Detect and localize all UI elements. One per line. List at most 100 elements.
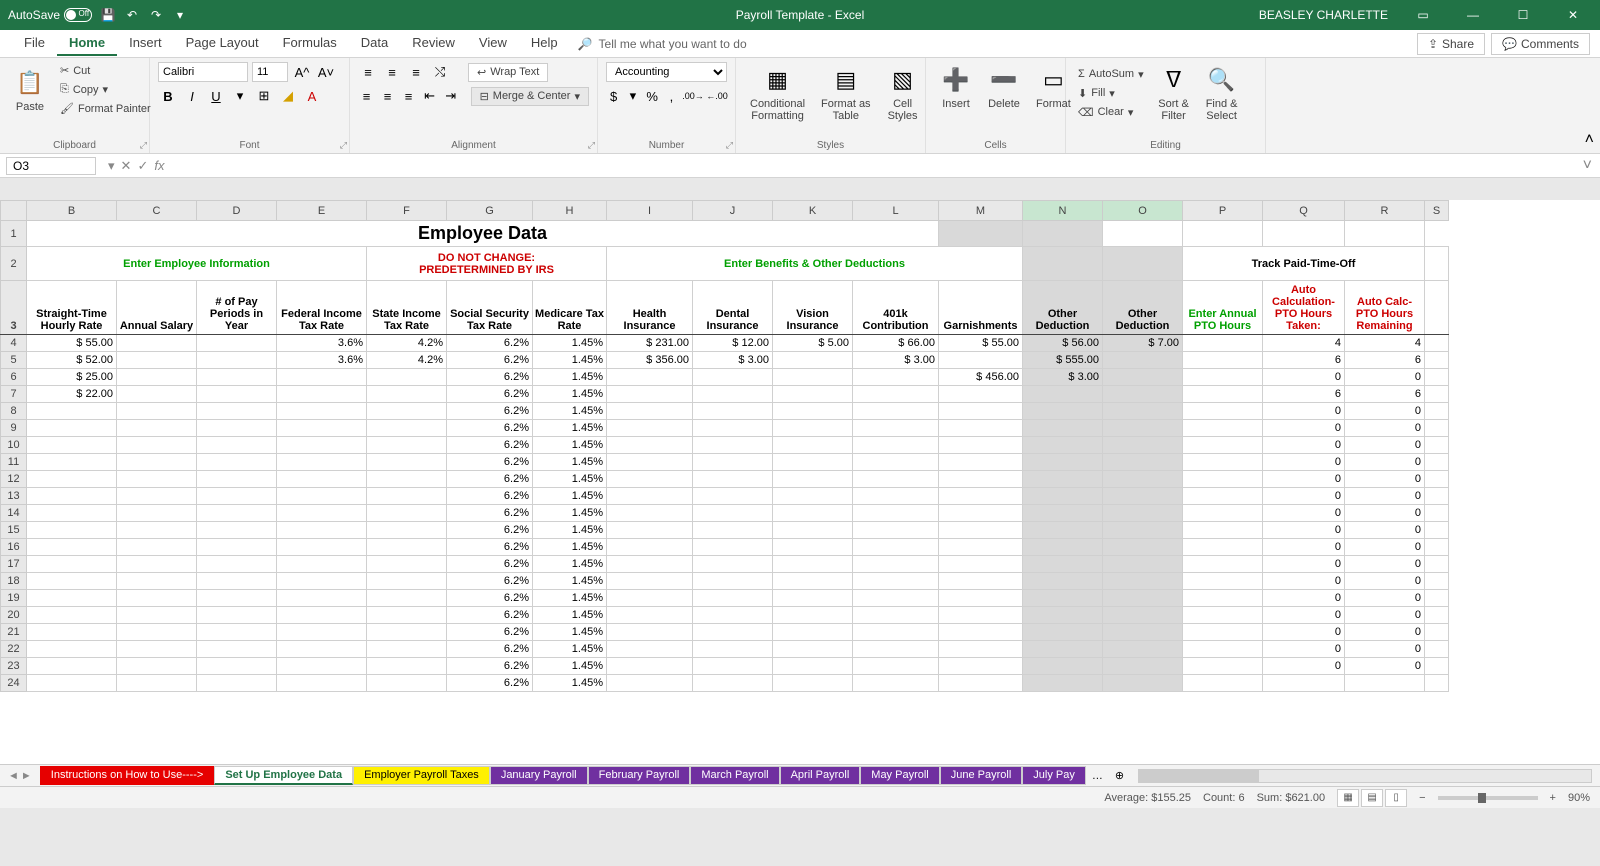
data-cell[interactable] [693,505,773,522]
clear-button[interactable]: ⌫Clear ▾ [1074,104,1148,121]
data-cell[interactable] [693,641,773,658]
data-cell[interactable] [1183,624,1263,641]
data-cell[interactable] [853,437,939,454]
data-cell[interactable] [773,675,853,692]
data-cell[interactable] [197,403,277,420]
column-header[interactable]: R [1345,201,1425,221]
data-cell[interactable]: 6.2% [447,607,533,624]
spreadsheet-grid[interactable]: BCDEFGHIJKLMNOPQRS1Employee Data2Enter E… [0,200,1600,764]
data-cell[interactable] [1183,403,1263,420]
data-cell[interactable] [1023,590,1103,607]
data-cell[interactable] [1103,590,1183,607]
menu-tab-data[interactable]: Data [349,31,400,56]
data-cell[interactable] [853,539,939,556]
data-cell[interactable] [607,488,693,505]
data-cell[interactable] [197,335,277,352]
paste-button[interactable]: 📋 Paste [8,65,52,115]
minimize-icon[interactable]: — [1450,0,1496,30]
data-cell[interactable] [1183,590,1263,607]
data-cell[interactable] [117,505,197,522]
data-cell[interactable] [27,624,117,641]
data-cell[interactable] [773,607,853,624]
data-cell[interactable] [773,556,853,573]
data-cell[interactable]: 6.2% [447,471,533,488]
dialog-launcher-icon[interactable]: ⤢ [726,140,733,151]
data-cell[interactable]: 6.2% [447,505,533,522]
data-cell[interactable] [117,471,197,488]
data-cell[interactable] [773,437,853,454]
increase-decimal-icon[interactable]: .00→ [683,86,703,106]
data-cell[interactable] [939,454,1023,471]
data-cell[interactable] [117,658,197,675]
data-cell[interactable] [367,658,447,675]
data-cell[interactable]: 0 [1345,471,1425,488]
data-cell[interactable] [27,607,117,624]
copy-button[interactable]: ⎘Copy ▾ [56,81,155,98]
name-box[interactable] [6,157,96,175]
data-cell[interactable] [117,352,197,369]
data-cell[interactable] [1103,556,1183,573]
data-cell[interactable]: 0 [1263,556,1345,573]
font-color-icon[interactable]: A [302,86,322,106]
data-cell[interactable]: 0 [1263,607,1345,624]
column-header[interactable]: E [277,201,367,221]
data-cell[interactable]: 1.45% [533,403,607,420]
view-page-break-icon[interactable]: ▯ [1385,789,1407,807]
data-cell[interactable]: 6.2% [447,573,533,590]
data-cell[interactable] [27,403,117,420]
data-cell[interactable]: $ 231.00 [607,335,693,352]
data-cell[interactable]: 3.6% [277,335,367,352]
zoom-out-icon[interactable]: − [1419,792,1425,804]
data-cell[interactable] [27,454,117,471]
data-cell[interactable] [607,403,693,420]
formula-input[interactable] [170,157,1574,175]
data-cell[interactable] [1183,335,1263,352]
data-cell[interactable]: 1.45% [533,658,607,675]
data-cell[interactable]: 0 [1345,505,1425,522]
data-cell[interactable]: 0 [1263,590,1345,607]
data-cell[interactable] [1023,624,1103,641]
data-cell[interactable] [693,369,773,386]
data-cell[interactable] [367,488,447,505]
row-header[interactable]: 8 [1,403,27,420]
namebox-dropdown-icon[interactable]: ▾ [108,158,115,174]
data-cell[interactable] [1183,658,1263,675]
data-cell[interactable] [277,522,367,539]
menu-tab-view[interactable]: View [467,31,519,56]
data-cell[interactable] [607,505,693,522]
data-cell[interactable] [1183,505,1263,522]
data-cell[interactable] [939,556,1023,573]
data-cell[interactable] [197,556,277,573]
data-cell[interactable] [277,675,367,692]
data-cell[interactable]: $ 5.00 [773,335,853,352]
data-cell[interactable] [1103,437,1183,454]
data-cell[interactable] [1023,505,1103,522]
data-cell[interactable]: 0 [1345,488,1425,505]
data-cell[interactable]: 0 [1345,607,1425,624]
menu-tab-insert[interactable]: Insert [117,31,174,56]
qat-dropdown-icon[interactable]: ▾ [172,7,188,23]
sheet-tab[interactable]: Instructions on How to Use----> [40,766,215,785]
data-cell[interactable] [27,471,117,488]
data-cell[interactable] [693,624,773,641]
data-cell[interactable] [367,522,447,539]
data-cell[interactable] [367,420,447,437]
data-cell[interactable]: 6.2% [447,641,533,658]
data-cell[interactable]: $ 7.00 [1103,335,1183,352]
dialog-launcher-icon[interactable]: ⤢ [588,140,595,151]
bold-button[interactable]: B [158,86,178,106]
merge-center-button[interactable]: ⊟Merge & Center ▾ [471,87,589,106]
align-right-icon[interactable]: ≡ [400,86,417,106]
data-cell[interactable] [1183,471,1263,488]
data-cell[interactable]: 0 [1263,488,1345,505]
data-cell[interactable]: 6.2% [447,590,533,607]
data-cell[interactable] [773,505,853,522]
insert-cells-button[interactable]: ➕Insert [934,62,978,112]
data-cell[interactable]: 0 [1263,403,1345,420]
zoom-level[interactable]: 90% [1568,792,1590,804]
data-cell[interactable] [197,454,277,471]
data-cell[interactable] [773,590,853,607]
data-cell[interactable]: $ 22.00 [27,386,117,403]
data-cell[interactable]: 1.45% [533,573,607,590]
data-cell[interactable] [117,437,197,454]
